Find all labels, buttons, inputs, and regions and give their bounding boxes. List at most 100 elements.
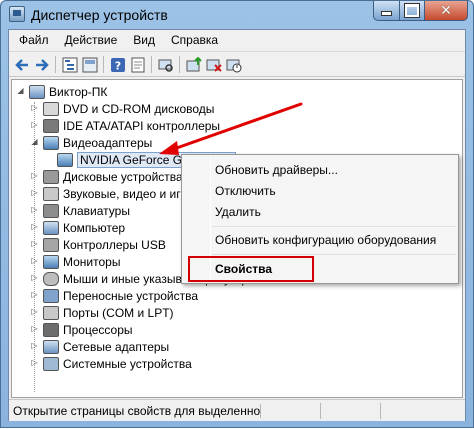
expand-icon[interactable]: ▷ [30, 223, 39, 232]
tree-item-label: Мониторы [63, 254, 121, 269]
title-bar[interactable]: Диспетчер устройств ✕ [1, 1, 473, 29]
system-device-icon [43, 356, 59, 371]
tree-item-label: IDE ATA/ATAPI контроллеры [63, 118, 221, 133]
back-arrow-icon[interactable] [13, 56, 31, 73]
expand-icon[interactable]: ▷ [30, 240, 39, 249]
uninstall-device-icon[interactable] [205, 56, 223, 73]
status-text: Открытие страницы свойств для выделенног… [9, 403, 261, 418]
minimize-button[interactable] [373, 1, 400, 21]
tree-item-usb[interactable]: ▷ Контроллеры USB [30, 236, 166, 253]
menu-scan-hardware[interactable]: Обновить конфигурацию оборудования [215, 230, 436, 250]
tree-item-label: Сетевые адаптеры [63, 339, 170, 354]
close-button[interactable]: ✕ [424, 1, 468, 21]
sound-icon [43, 186, 59, 201]
toolbar-separator [151, 56, 152, 73]
tree-item-keyboards[interactable]: ▷ Клавиатуры [30, 202, 130, 219]
forward-arrow-icon[interactable] [33, 56, 51, 73]
toolbar-separator [55, 56, 56, 73]
tree-item-label: Контроллеры USB [63, 237, 166, 252]
collapse-icon[interactable]: ◢ [30, 138, 39, 147]
menu-file[interactable]: Файл [11, 33, 57, 47]
menu-help[interactable]: Справка [163, 33, 226, 47]
toolbar-separator [103, 56, 104, 73]
toolbar: ? [9, 51, 465, 77]
update-driver-icon[interactable] [185, 56, 203, 73]
tree-item-label: Видеоадаптеры [63, 135, 153, 150]
tree-item-display-adapters[interactable]: ◢ Видеоадаптеры [30, 134, 152, 151]
tree-item-label: Дисковые устройства [63, 169, 183, 184]
collapse-icon[interactable]: ◢ [16, 87, 25, 96]
menu-bar: Файл Действие Вид Справка [9, 30, 465, 50]
tree-item-processors[interactable]: ▷ Процессоры [30, 321, 133, 338]
device-manager-window: Диспетчер устройств ✕ Файл Действие Вид … [0, 0, 474, 428]
disk-drive-icon [43, 169, 59, 184]
mouse-icon [43, 271, 59, 286]
computer-icon [29, 84, 45, 99]
expand-icon[interactable]: ▷ [30, 291, 39, 300]
tree-item-label: Клавиатуры [63, 203, 130, 218]
tree-root[interactable]: ◢ Виктор-ПК [16, 83, 107, 100]
tree-item-network[interactable]: ▷ Сетевые адаптеры [30, 338, 169, 355]
menu-separator [212, 226, 456, 227]
dvd-drive-icon [43, 101, 59, 116]
device-manager-icon [9, 6, 25, 22]
monitor-icon [57, 152, 73, 167]
show-hide-console-icon[interactable] [81, 56, 99, 73]
tree-view-icon[interactable] [61, 56, 79, 73]
expand-icon[interactable]: ▷ [30, 342, 39, 351]
properties-icon[interactable] [129, 56, 147, 73]
network-adapter-icon [43, 339, 59, 354]
status-cell [321, 402, 381, 419]
tree-item-label: Компьютер [63, 220, 126, 235]
expand-icon[interactable]: ▷ [30, 104, 39, 113]
menu-action[interactable]: Действие [57, 33, 126, 47]
close-icon: ✕ [440, 2, 452, 18]
tree-item-ide[interactable]: ▷ IDE ATA/ATAPI контроллеры [30, 117, 220, 134]
expand-icon[interactable]: ▷ [30, 359, 39, 368]
window-title: Диспетчер устройств [31, 7, 168, 23]
port-icon [43, 305, 59, 320]
highlight-frame [188, 256, 314, 282]
tree-item-disks[interactable]: ▷ Дисковые устройства [30, 168, 183, 185]
expand-icon[interactable]: ▷ [30, 257, 39, 266]
expand-icon[interactable]: ▷ [30, 172, 39, 181]
tree-item-label: Процессоры [63, 322, 133, 337]
expand-icon[interactable]: ▷ [30, 121, 39, 130]
menu-uninstall[interactable]: Удалить [215, 202, 261, 222]
tree-item-monitors[interactable]: ▷ Мониторы [30, 253, 120, 270]
processor-icon [43, 322, 59, 337]
tree-root-label: Виктор-ПК [49, 84, 108, 99]
help-icon[interactable]: ? [109, 56, 127, 73]
menu-separator [212, 254, 456, 255]
display-adapter-icon [43, 135, 59, 150]
status-bar: Открытие страницы свойств для выделенног… [9, 399, 465, 421]
tree-item-dvd[interactable]: ▷ DVD и CD-ROM дисководы [30, 100, 214, 117]
expand-icon[interactable]: ▷ [30, 308, 39, 317]
context-menu: Обновить драйверы... Отключить Удалить О… [181, 154, 459, 284]
maximize-button[interactable] [399, 1, 425, 21]
tree-item-label: Порты (COM и LPT) [63, 305, 174, 320]
menu-disable[interactable]: Отключить [215, 181, 276, 201]
menu-view[interactable]: Вид [125, 33, 163, 47]
status-cell [261, 402, 321, 419]
tree-item-label: Переносные устройства [63, 288, 199, 303]
disable-device-icon[interactable] [225, 56, 243, 73]
expand-icon[interactable]: ▷ [30, 325, 39, 334]
scan-hardware-icon[interactable] [157, 56, 175, 73]
computer-icon [43, 220, 59, 235]
expand-icon[interactable]: ▷ [30, 189, 39, 198]
tree-item-computer[interactable]: ▷ Компьютер [30, 219, 125, 236]
monitor-icon [43, 254, 59, 269]
tree-item-system[interactable]: ▷ Системные устройства [30, 355, 192, 372]
menu-update-drivers[interactable]: Обновить драйверы... [215, 160, 338, 180]
usb-controller-icon [43, 237, 59, 252]
portable-device-icon [43, 288, 59, 303]
expand-icon[interactable]: ▷ [30, 274, 39, 283]
tree-item-label: Системные устройства [63, 356, 192, 371]
tree-item-portable[interactable]: ▷ Переносные устройства [30, 287, 198, 304]
expand-icon[interactable]: ▷ [30, 206, 39, 215]
toolbar-separator [179, 56, 180, 73]
keyboard-icon [43, 203, 59, 218]
tree-item-ports[interactable]: ▷ Порты (COM и LPT) [30, 304, 174, 321]
tree-item-label: DVD и CD-ROM дисководы [63, 101, 215, 116]
